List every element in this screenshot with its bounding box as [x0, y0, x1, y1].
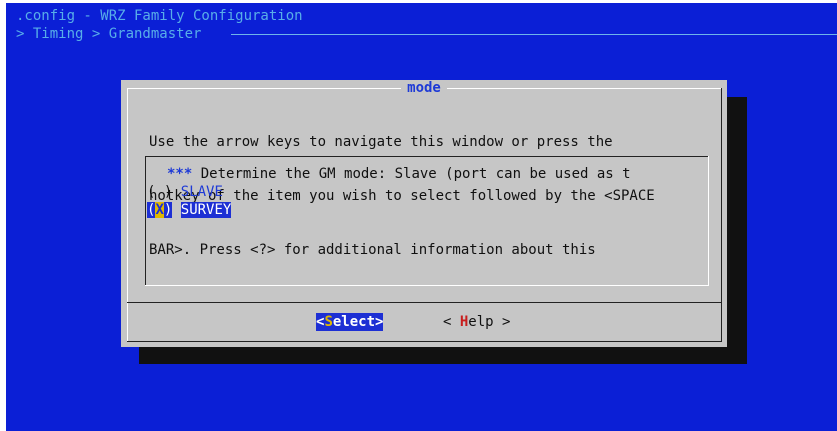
terminal-screen: .config - WRZ Family Configuration > Tim…: [6, 3, 837, 431]
hotkey: S: [324, 314, 333, 330]
help-label: elp: [468, 314, 494, 330]
list-border-right: [708, 156, 709, 286]
breadcrumb: > Timing > Grandmaster: [16, 26, 202, 42]
dialog-title: mode: [121, 79, 727, 97]
button-separator: [127, 302, 721, 303]
item-hotkey: S: [180, 184, 190, 200]
bracket: >: [493, 314, 511, 330]
radio-close: ): [163, 202, 173, 218]
help-button[interactable]: < Help >: [443, 313, 510, 331]
help-line: Use the arrow keys to navigate this wind…: [149, 134, 613, 150]
list-border-top: [145, 156, 709, 157]
list-border-bottom: [145, 285, 709, 286]
bracket: >: [375, 314, 384, 330]
item-label: URVEY: [189, 202, 232, 218]
select-label: elect: [332, 314, 376, 330]
select-button[interactable]: <Select>: [316, 313, 384, 331]
button-row: <Select> < Help >: [121, 313, 727, 385]
radio-mark: X: [155, 202, 164, 218]
mode-dialog: mode Use the arrow keys to navigate this…: [121, 80, 727, 347]
radio-mark: [155, 184, 163, 200]
list-border-left: [145, 156, 146, 286]
dialog-title-text: mode: [401, 80, 447, 96]
header-text: Determine the GM mode: Slave (port can b…: [192, 166, 631, 182]
radio-item-survey[interactable]: (X) SURVEY: [147, 201, 232, 219]
header-stars: ***: [167, 166, 193, 182]
dialog-border-right: [721, 88, 722, 341]
item-label: LAVE: [189, 184, 223, 200]
list-header: *** Determine the GM mode: Slave (port c…: [167, 165, 631, 183]
breadcrumb-rule: [231, 34, 837, 35]
radio-item-slave[interactable]: ( ) SLAVE: [147, 183, 223, 201]
bracket: <: [443, 314, 460, 330]
window-title: .config - WRZ Family Configuration: [16, 8, 303, 24]
dialog-border-left: [127, 88, 128, 341]
radiolist[interactable]: *** Determine the GM mode: Slave (port c…: [145, 156, 709, 286]
radio-close: ): [163, 184, 173, 200]
item-hotkey: S: [180, 202, 190, 218]
